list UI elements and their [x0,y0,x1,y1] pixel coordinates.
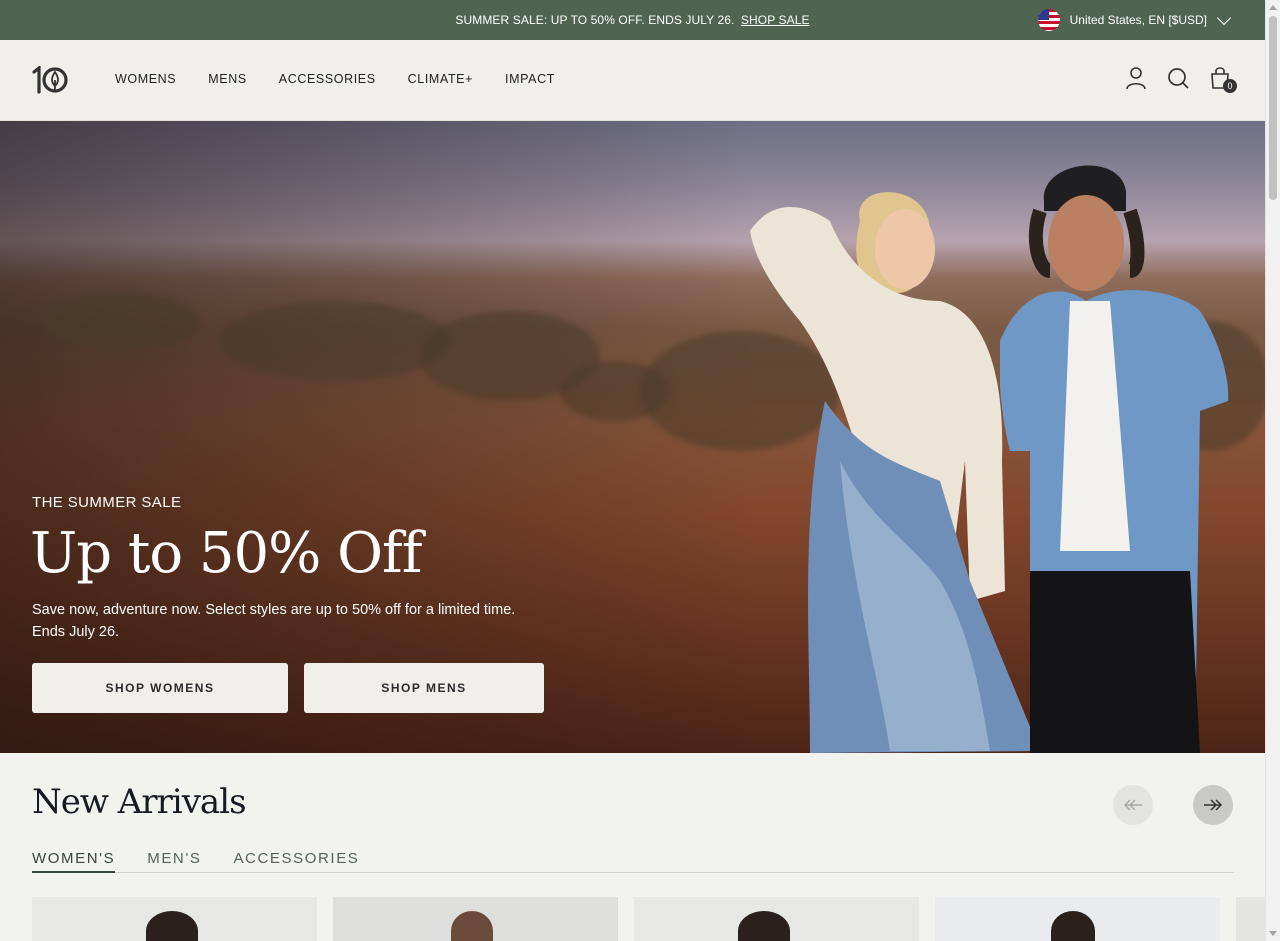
cart-count-badge: 0 [1223,79,1237,93]
product-image [451,911,493,941]
chevron-down-icon [1216,10,1232,25]
hero-title: Up to 50% Off [30,521,422,586]
shop-mens-button[interactable]: SHOP MENS [304,663,544,713]
announcement-text: SUMMER SALE: UP TO 50% OFF. ENDS JULY 26… [455,13,735,27]
product-image [146,911,198,941]
nav-climate-plus[interactable]: CLIMATE+ [408,72,473,86]
product-image [738,911,790,941]
hero-banner: THE SUMMER SALE Up to 50% Off Save now, … [0,121,1265,753]
tab-womens[interactable]: WOMEN'S [32,850,116,873]
tentree-logo[interactable] [31,66,69,94]
hero-kicker: THE SUMMER SALE [32,494,182,511]
locale-label: United States, EN [$USD] [1069,13,1207,27]
arrow-right-icon [1204,799,1223,811]
account-icon[interactable] [1125,66,1147,90]
product-card[interactable] [935,897,1220,941]
product-card[interactable] [1236,897,1265,941]
new-arrivals-tabs: WOMEN'S MEN'S ACCESSORIES [32,850,1234,873]
new-arrivals-title: New Arrivals [32,782,247,822]
hero-man-image [1000,165,1229,753]
hero-description: Save now, adventure now. Select styles a… [32,602,516,640]
scroll-down-icon[interactable] [1269,931,1277,936]
arrow-left-icon [1123,799,1142,811]
main-nav: WOMENS MENS ACCESSORIES CLIMATE+ IMPACT [115,72,587,86]
cart-button[interactable]: 0 [1209,66,1237,93]
scroll-thumb[interactable] [1269,16,1277,200]
locale-selector[interactable]: United States, EN [$USD] [1037,9,1232,31]
nav-mens[interactable]: MENS [208,72,247,86]
tab-mens[interactable]: MEN'S [147,850,201,873]
carousel-prev-button[interactable] [1113,785,1153,825]
announcement-bar: SUMMER SALE: UP TO 50% OFF. ENDS JULY 26… [0,0,1265,40]
hero-scrub [40,291,200,351]
us-flag-icon [1037,9,1060,31]
product-card[interactable] [333,897,618,941]
search-icon[interactable] [1167,66,1189,90]
tab-accessories[interactable]: ACCESSORIES [233,850,359,873]
product-card[interactable] [32,897,317,941]
nav-womens[interactable]: WOMENS [115,72,176,86]
header-actions: 0 [1125,66,1237,93]
scroll-up-icon[interactable] [1269,5,1277,10]
shop-sale-link[interactable]: SHOP SALE [741,13,810,27]
nav-accessories[interactable]: ACCESSORIES [279,72,376,86]
site-header: WOMENS MENS ACCESSORIES CLIMATE+ IMPACT … [0,40,1265,121]
shop-womens-button[interactable]: SHOP WOMENS [32,663,288,713]
carousel-next-button[interactable] [1193,785,1233,825]
hero-scrub [220,301,450,381]
product-image [1051,911,1095,941]
product-card[interactable] [634,897,919,941]
nav-impact[interactable]: IMPACT [505,72,555,86]
page-scrollbar[interactable] [1265,0,1280,941]
